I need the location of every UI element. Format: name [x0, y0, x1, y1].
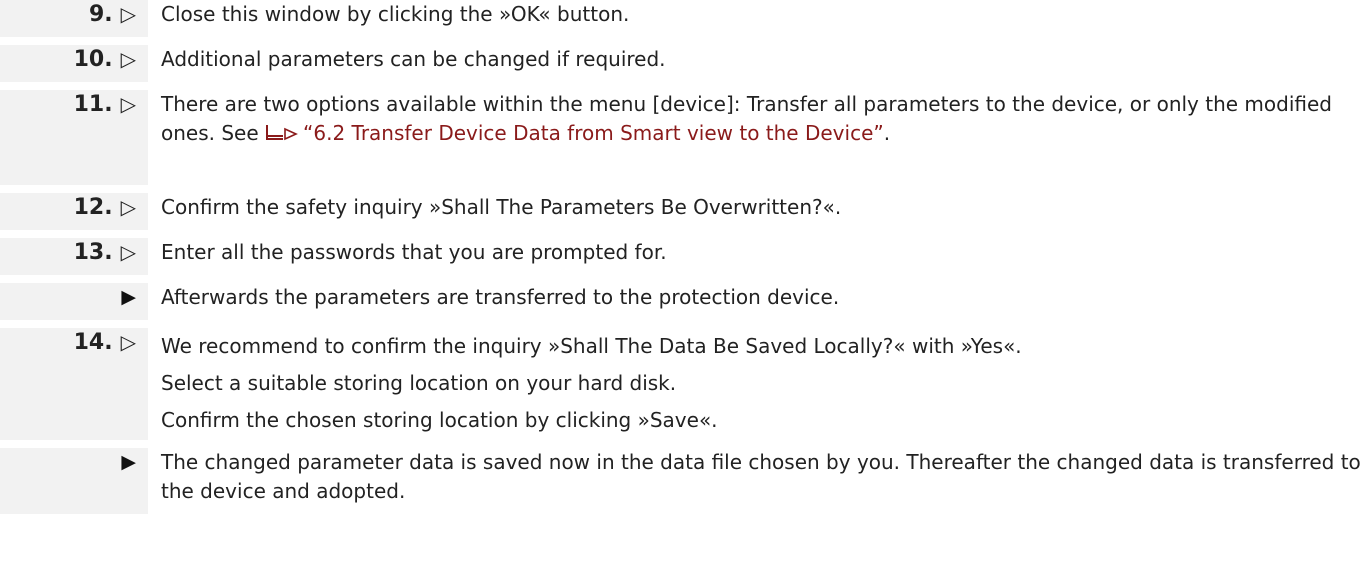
result-marker: ▶ — [0, 283, 148, 320]
result-arrow-icon: ▶ — [121, 286, 136, 308]
step-triangle-icon: ▷ — [120, 92, 136, 116]
result-row: ▶ The changed parameter data is saved no… — [0, 448, 1368, 514]
step-triangle-icon: ▷ — [120, 195, 136, 219]
step-row: 13. ▷ Enter all the passwords that you a… — [0, 238, 1368, 275]
step-marker: 11. ▷ — [0, 90, 148, 185]
step-row: 14. ▷ We recommend to confirm the inquir… — [0, 328, 1368, 440]
step-text: Close this window by clicking the »OK« b… — [161, 2, 630, 26]
step-triangle-icon: ▷ — [120, 47, 136, 71]
step-marker: 10. ▷ — [0, 45, 148, 82]
step-marker: 9. ▷ — [0, 0, 148, 37]
step-number: 13. — [73, 240, 113, 265]
step-number: 10. — [73, 47, 113, 72]
cross-reference-arrow-icon — [265, 119, 299, 148]
step-marker: 14. ▷ — [0, 328, 148, 440]
instruction-steps: 9. ▷ Close this window by clicking the »… — [0, 0, 1368, 514]
step-text: Confirm the safety inquiry »Shall The Pa… — [161, 195, 842, 219]
result-row: ▶ Afterwards the parameters are transfer… — [0, 283, 1368, 320]
step-row: 12. ▷ Confirm the safety inquiry »Shall … — [0, 193, 1368, 230]
step-row: 11. ▷ There are two options available wi… — [0, 90, 1368, 185]
step-row: 10. ▷ Additional parameters can be chang… — [0, 45, 1368, 82]
result-arrow-icon: ▶ — [121, 451, 136, 473]
result-text: Afterwards the parameters are transferre… — [161, 285, 840, 309]
step-marker: 13. ▷ — [0, 238, 148, 275]
step-text-line: Confirm the chosen storing location by c… — [161, 408, 718, 432]
step-number: 9. — [88, 2, 113, 27]
step-text: We recommend to confirm the inquiry »Sha… — [148, 328, 1368, 440]
step-text: Additional parameters can be changed if … — [161, 47, 666, 71]
step-text-line: We recommend to confirm the inquiry »Sha… — [161, 334, 1022, 358]
result-marker: ▶ — [0, 448, 148, 514]
result-text: The changed parameter data is saved now … — [161, 450, 1361, 503]
cross-reference-link[interactable]: “6.2 Transfer Device Data from Smart vie… — [303, 121, 884, 145]
step-marker: 12. ▷ — [0, 193, 148, 230]
step-text: There are two options available within t… — [148, 90, 1368, 185]
step-row: 9. ▷ Close this window by clicking the »… — [0, 0, 1368, 37]
step-number: 12. — [73, 195, 113, 220]
step-triangle-icon: ▷ — [120, 240, 136, 264]
step-triangle-icon: ▷ — [120, 330, 136, 354]
step-number: 14. — [73, 330, 113, 355]
step-text-line: Select a suitable storing location on yo… — [161, 371, 677, 395]
step-triangle-icon: ▷ — [120, 2, 136, 26]
step-number: 11. — [73, 92, 113, 117]
step-text: Enter all the passwords that you are pro… — [161, 240, 667, 264]
step-text-after-link: . — [883, 121, 891, 145]
